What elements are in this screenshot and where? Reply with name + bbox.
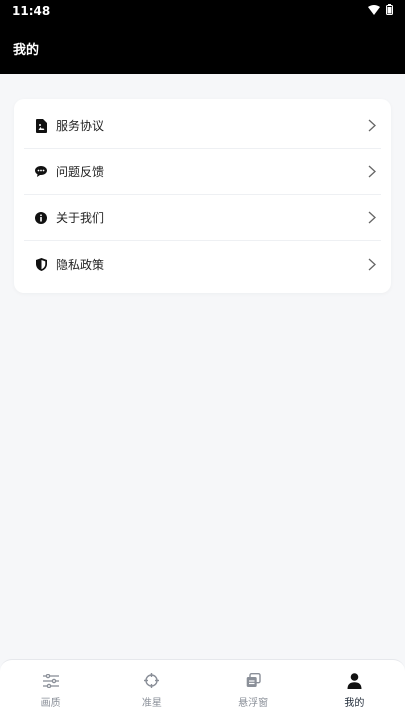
tab-label: 画质 [40,697,61,709]
person-icon [345,672,363,690]
app-bar: 我的 [0,22,405,74]
tab-floating-window[interactable]: 悬浮窗 [203,660,304,720]
tab-crosshair[interactable]: 准星 [101,660,202,720]
info-icon [34,211,48,225]
status-time: 11:48 [12,4,51,18]
chevron-right-icon [367,211,377,225]
floating-window-icon [244,672,262,690]
tab-label: 准星 [141,697,162,709]
status-bar: 11:48 [0,0,405,22]
menu-item-label: 隐私政策 [56,257,105,272]
menu-card: 服务协议 问题反馈 关于我们 隐私政策 [14,99,391,293]
crosshair-icon [143,672,161,690]
menu-item-feedback[interactable]: 问题反馈 [24,149,381,195]
sliders-icon [42,672,60,690]
wifi-icon [368,4,380,18]
chevron-right-icon [367,165,377,179]
page-title: 我的 [13,42,40,58]
shield-icon [34,257,48,271]
document-icon [34,118,48,133]
chat-bubble-icon [34,165,48,179]
chevron-right-icon [367,119,377,133]
tab-label: 悬浮窗 [238,697,269,709]
tab-label: 我的 [344,697,365,709]
menu-item-label: 服务协议 [56,119,105,133]
menu-item-about-us[interactable]: 关于我们 [24,195,381,241]
menu-item-service-agreement[interactable]: 服务协议 [24,103,381,149]
menu-item-label: 问题反馈 [56,165,105,179]
tab-quality[interactable]: 画质 [0,660,101,720]
bottom-tab-bar: 画质 准星 悬浮窗 我的 [0,659,405,720]
chevron-right-icon [367,257,377,271]
status-icons [368,4,393,18]
tab-mine[interactable]: 我的 [304,660,405,720]
battery-icon [386,4,393,18]
menu-item-privacy-policy[interactable]: 隐私政策 [24,241,381,287]
menu-item-label: 关于我们 [56,211,105,225]
